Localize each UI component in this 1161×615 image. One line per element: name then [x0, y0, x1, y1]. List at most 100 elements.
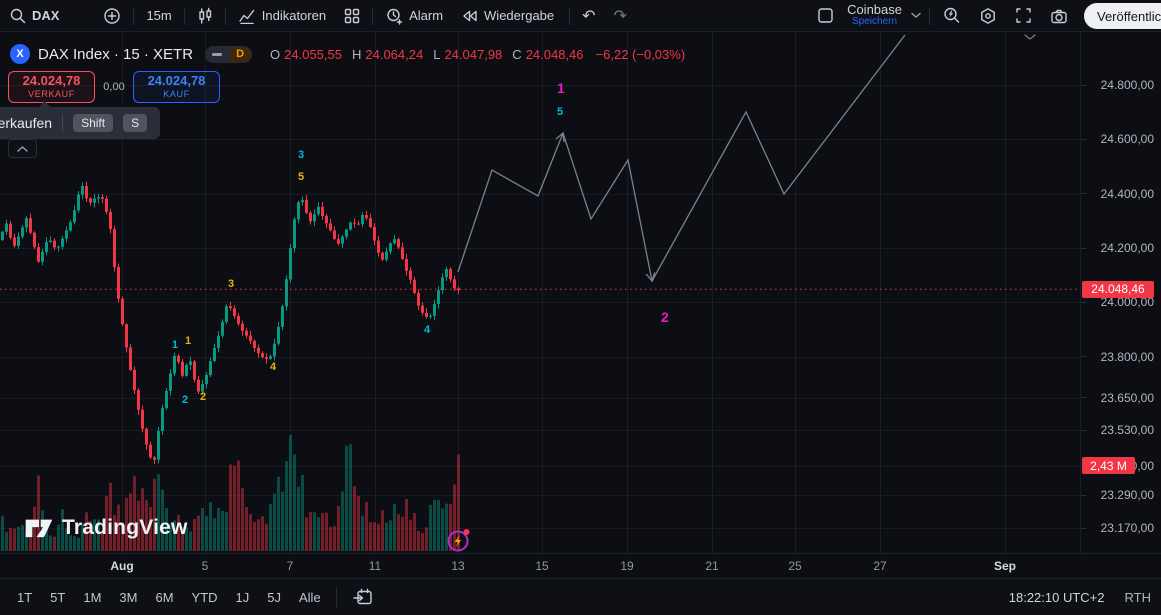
- collapse-toolbar-button[interactable]: [8, 139, 37, 158]
- range-button-1m[interactable]: 1M: [76, 587, 108, 608]
- range-button-3m[interactable]: 3M: [112, 587, 144, 608]
- save-layout-label: Speichern: [852, 16, 897, 28]
- chart-style-button[interactable]: [188, 3, 222, 29]
- flag-countdown-pill[interactable]: D: [205, 46, 252, 63]
- symbol-search-button[interactable]: DAX: [0, 3, 68, 29]
- range-button-5t[interactable]: 5T: [43, 587, 72, 608]
- grid-lines: [0, 32, 1080, 553]
- elliott-wave-label[interactable]: 2: [182, 392, 188, 408]
- clock[interactable]: 18:22:10 UTC+2: [1009, 590, 1105, 605]
- time-axis-label: 25: [773, 559, 817, 573]
- range-button-alle[interactable]: Alle: [292, 587, 328, 608]
- tradingview-logo[interactable]: TradingView: [24, 516, 188, 540]
- indicator-templates-button[interactable]: [335, 3, 369, 29]
- symbol-title[interactable]: DAX Index · 15 · XETR: [38, 46, 193, 63]
- price-axis-label: 24.400,00: [1101, 186, 1154, 202]
- elliott-wave-label[interactable]: 1: [557, 80, 565, 96]
- trade-panel: 24.024,78 VERKAUF 0,00 24.024,78 KAUF: [8, 71, 220, 103]
- elliott-wave-label[interactable]: 1: [185, 333, 191, 349]
- range-button-6m[interactable]: 6M: [148, 587, 180, 608]
- chart-region: 353112244152 X DAX Index · 15 · XETR D O…: [0, 0, 1161, 615]
- layout-menu[interactable]: Coinbase Speichern: [843, 4, 906, 28]
- elliott-projection-line[interactable]: [458, 35, 905, 281]
- close-value: 24.048,46: [526, 47, 584, 62]
- elliott-wave-label[interactable]: 4: [270, 359, 276, 375]
- open-label: O: [270, 47, 280, 62]
- candles-icon: [197, 7, 213, 25]
- settings-button[interactable]: [970, 3, 1006, 29]
- range-button-1t[interactable]: 1T: [10, 587, 39, 608]
- price-axis-label: 23.530,00: [1101, 422, 1154, 438]
- sell-button[interactable]: 24.024,78 VERKAUF: [8, 71, 95, 103]
- elliott-wave-label[interactable]: 4: [424, 322, 430, 338]
- buy-button[interactable]: 24.024,78 KAUF: [133, 71, 220, 103]
- elliott-wave-label[interactable]: 3: [298, 147, 304, 163]
- high-label: H: [352, 47, 361, 62]
- interval-button[interactable]: 15m: [137, 3, 180, 29]
- high-value: 24.064,24: [365, 47, 423, 62]
- bottom-toolbar: 1T5T1M3M6MYTD1J5JAlle 18:22:10 UTC+2 RTH: [0, 578, 1161, 615]
- time-axis-label: 13: [436, 559, 480, 573]
- candles: [1, 182, 460, 465]
- layout-dropdown-button[interactable]: [906, 3, 926, 29]
- market-status-icon[interactable]: [446, 527, 472, 553]
- price-axis-label: 24.800,00: [1101, 77, 1154, 93]
- tooltip-divider: [62, 115, 63, 131]
- time-axis-label: 15: [520, 559, 564, 573]
- elliott-wave-label[interactable]: 1: [172, 337, 178, 353]
- redo-button[interactable]: ↷: [605, 3, 636, 29]
- time-axis-label: Sep: [983, 559, 1027, 573]
- compare-add-button[interactable]: [94, 3, 130, 29]
- price-axis[interactable]: 24.800,0024.600,0024.400,0024.200,0024.0…: [1080, 32, 1161, 553]
- price-axis-tick: [1081, 356, 1086, 357]
- indicators-button[interactable]: Indikatoren: [229, 3, 335, 29]
- goto-date-icon: [353, 588, 373, 606]
- spread-value: 0,00: [95, 81, 133, 93]
- tooltip-text: Verkaufen: [0, 115, 52, 131]
- elliott-wave-label[interactable]: 2: [661, 309, 669, 325]
- undo-button[interactable]: ↶: [573, 3, 604, 29]
- snapshot-button[interactable]: [1041, 3, 1077, 29]
- volume-badge: 2,43 M: [1082, 457, 1135, 474]
- time-axis[interactable]: Aug5711131519212527Sep: [0, 553, 1161, 578]
- elliott-wave-label[interactable]: 3: [228, 276, 234, 292]
- time-axis-label: 7: [268, 559, 312, 573]
- watchlist-panel-button[interactable]: [808, 3, 843, 29]
- chevron-down-icon[interactable]: [1024, 34, 1036, 41]
- session-badge[interactable]: RTH: [1125, 590, 1151, 605]
- replay-button[interactable]: Wiedergabe: [452, 3, 563, 29]
- price-axis-label: 23.170,00: [1101, 520, 1154, 536]
- publish-button[interactable]: Veröffentlichen: [1084, 3, 1161, 29]
- tradingview-logo-icon: [24, 516, 54, 540]
- alarm-button[interactable]: Alarm: [376, 3, 452, 29]
- price-axis-label: 24.600,00: [1101, 131, 1154, 147]
- elliott-wave-label[interactable]: 2: [200, 389, 206, 405]
- time-axis-label: 11: [353, 559, 397, 573]
- fullscreen-button[interactable]: [1006, 3, 1041, 29]
- price-axis-tick: [1081, 397, 1086, 398]
- quick-search-button[interactable]: [933, 3, 970, 29]
- low-label: L: [433, 47, 440, 62]
- goto-date-button[interactable]: [345, 588, 381, 606]
- chart-pane[interactable]: [0, 32, 1161, 553]
- top-toolbar: DAX 15m Indikatoren: [0, 0, 1161, 32]
- range-button-1j[interactable]: 1J: [229, 587, 257, 608]
- camera-icon: [1050, 8, 1068, 24]
- range-button-5j[interactable]: 5J: [260, 587, 288, 608]
- symbol-legend: X DAX Index · 15 · XETR D O24.055,55 H24…: [10, 44, 685, 64]
- low-value: 24.047,98: [444, 47, 502, 62]
- range-button-ytd[interactable]: YTD: [185, 587, 225, 608]
- price-axis-tick: [1081, 85, 1086, 86]
- symbol-logo[interactable]: X: [10, 44, 30, 64]
- sell-tooltip: Verkaufen Shift S: [0, 107, 160, 139]
- symbol-search-text: DAX: [32, 8, 59, 23]
- elliott-wave-label[interactable]: 5: [557, 104, 563, 120]
- undo-icon: ↶: [582, 6, 595, 26]
- daily-countdown-badge: D: [229, 47, 252, 62]
- alarm-clock-icon: [385, 7, 403, 25]
- tradingview-logo-text: TradingView: [62, 516, 188, 540]
- last-price-badge: 24.048,46: [1082, 281, 1154, 298]
- layout-name: Coinbase: [847, 4, 902, 16]
- elliott-wave-label[interactable]: 5: [298, 169, 304, 185]
- price-axis-label: 23.290,00: [1101, 487, 1154, 503]
